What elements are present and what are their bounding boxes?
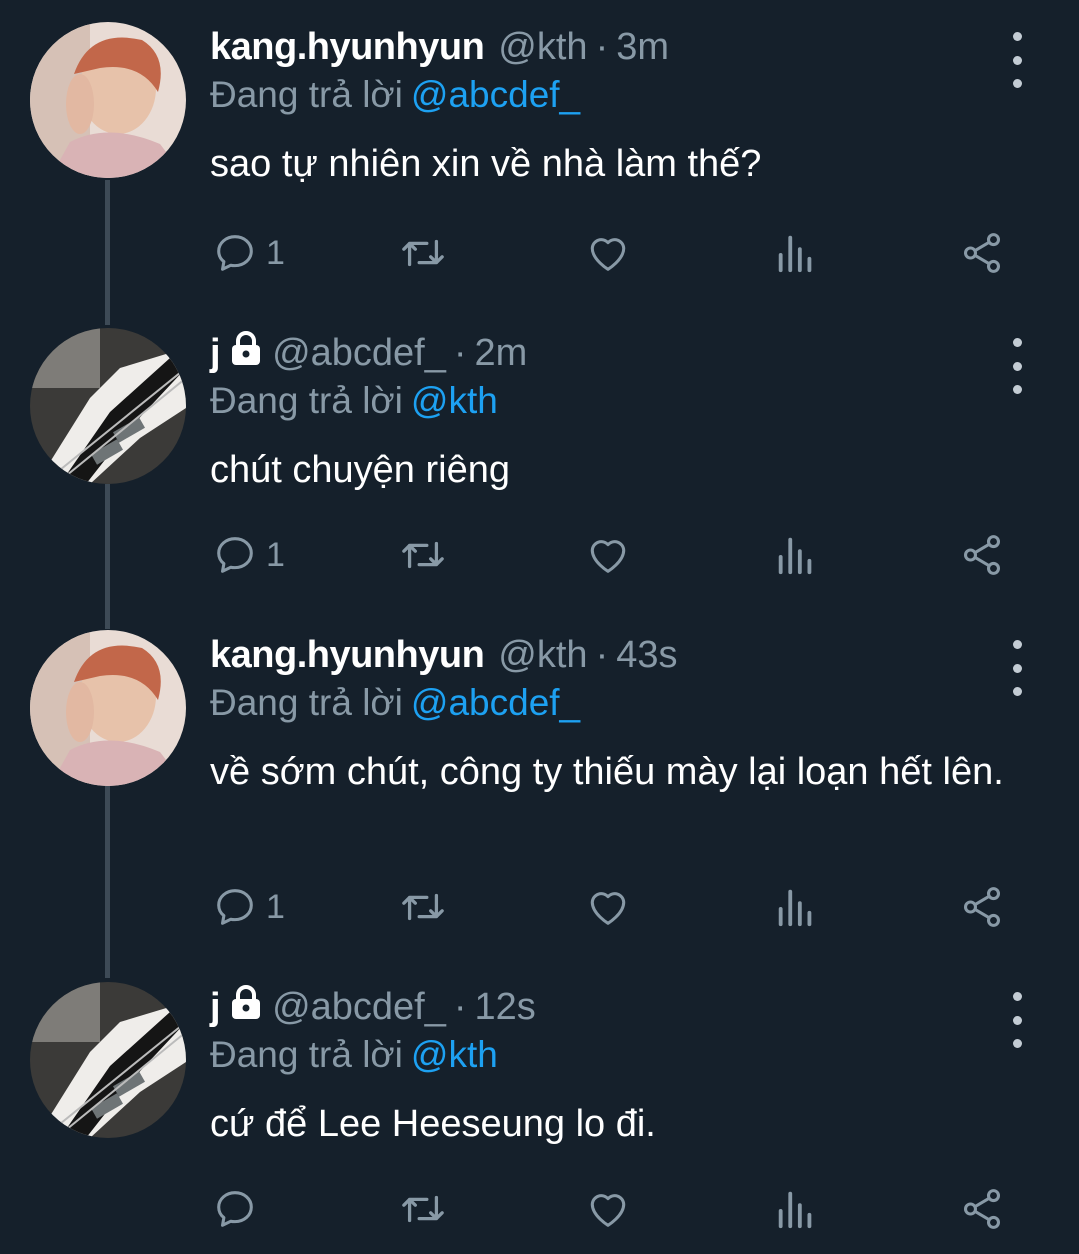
share-icon (963, 535, 1001, 575)
heart-icon (590, 1194, 626, 1227)
share-button[interactable] (958, 228, 1006, 278)
tweet-actions (0, 1184, 1079, 1234)
reply-mention[interactable]: @abcdef_ (411, 682, 580, 723)
retweet-button[interactable] (398, 530, 448, 580)
share-icon (963, 887, 1001, 927)
more-options-icon[interactable] (1004, 336, 1030, 396)
tweet-text: về sớm chút, công ty thiếu mày lại loạn … (210, 751, 1004, 793)
user-handle[interactable]: @abcdef_ (272, 330, 446, 376)
timestamp[interactable]: 12s (475, 984, 536, 1030)
user-handle[interactable]: @abcdef_ (272, 984, 446, 1030)
user-handle[interactable]: @kth (498, 24, 587, 70)
heart-icon (590, 540, 626, 573)
more-options-icon[interactable] (1004, 990, 1030, 1050)
retweet-button[interactable] (398, 882, 448, 932)
retweet-button[interactable] (398, 228, 448, 278)
avatar[interactable] (30, 328, 186, 484)
retweet-icon (402, 893, 444, 921)
like-button[interactable] (584, 1184, 632, 1234)
tweet-actions: 1 (0, 228, 1079, 278)
display-name[interactable]: j (210, 330, 221, 376)
reply-context: Đang trả lời @kth (210, 1032, 498, 1078)
tweet-text: sao tự nhiên xin về nhà làm thế? (210, 143, 762, 185)
reply-count: 1 (266, 535, 285, 574)
analytics-button[interactable] (774, 882, 818, 932)
separator: · (453, 332, 467, 374)
reply-icon (217, 235, 253, 271)
heart-icon (590, 892, 626, 925)
avatar[interactable] (30, 630, 186, 786)
reply-button[interactable]: 1 (212, 882, 285, 932)
like-button[interactable] (584, 882, 632, 932)
analytics-icon (778, 889, 812, 927)
retweet-icon (402, 239, 444, 267)
analytics-icon (778, 1191, 812, 1229)
separator: · (595, 26, 609, 68)
like-button[interactable] (584, 228, 632, 278)
share-button[interactable] (958, 882, 1006, 932)
reply-count: 1 (266, 887, 285, 926)
display-name[interactable]: kang.hyunhyun (210, 24, 485, 70)
analytics-icon (778, 537, 812, 575)
timestamp[interactable]: 43s (616, 632, 677, 678)
more-options-icon[interactable] (1004, 638, 1030, 698)
tweet-header: j @abcdef_ · 2m (210, 330, 527, 376)
reply-icon (217, 889, 253, 925)
retweet-button[interactable] (398, 1184, 448, 1234)
reply-mention[interactable]: @kth (411, 1034, 498, 1075)
reply-context: Đang trả lời @abcdef_ (210, 680, 580, 726)
analytics-icon (778, 235, 812, 273)
user-handle[interactable]: @kth (498, 632, 587, 678)
reply-button[interactable]: 1 (212, 530, 285, 580)
analytics-button[interactable] (774, 1184, 818, 1234)
tweet-text: chút chuyện riêng (210, 449, 510, 491)
reply-context: Đang trả lời @kth (210, 378, 498, 424)
tweet-actions: 1 (0, 530, 1079, 580)
more-options-icon[interactable] (1004, 30, 1030, 90)
tweet-header: j @abcdef_ · 12s (210, 984, 536, 1030)
reply-prefix: Đang trả lời (210, 380, 403, 421)
tweet-actions: 1 (0, 882, 1079, 932)
retweet-icon (402, 1195, 444, 1223)
share-button[interactable] (958, 1184, 1006, 1234)
like-button[interactable] (584, 530, 632, 580)
tweet-text: cứ để Lee Heeseung lo đi. (210, 1103, 656, 1145)
analytics-button[interactable] (774, 228, 818, 278)
share-icon (963, 233, 1001, 273)
tweet-header: kang.hyunhyun @kth · 3m (210, 24, 669, 70)
lock-icon (230, 984, 262, 1030)
share-icon (963, 1189, 1001, 1229)
display-name[interactable]: j (210, 984, 221, 1030)
timestamp[interactable]: 2m (475, 330, 528, 376)
reply-icon (217, 537, 253, 573)
analytics-button[interactable] (774, 530, 818, 580)
display-name[interactable]: kang.hyunhyun (210, 632, 485, 678)
avatar[interactable] (30, 982, 186, 1138)
reply-mention[interactable]: @kth (411, 380, 498, 421)
reply-icon (217, 1191, 253, 1227)
reply-prefix: Đang trả lời (210, 682, 403, 723)
tweet-header: kang.hyunhyun @kth · 43s (210, 632, 678, 678)
reply-prefix: Đang trả lời (210, 1034, 403, 1075)
lock-icon (230, 330, 262, 376)
retweet-icon (402, 541, 444, 569)
reply-context: Đang trả lời @abcdef_ (210, 72, 580, 118)
heart-icon (590, 238, 626, 271)
reply-prefix: Đang trả lời (210, 74, 403, 115)
share-button[interactable] (958, 530, 1006, 580)
separator: · (453, 986, 467, 1028)
avatar[interactable] (30, 22, 186, 178)
reply-button[interactable] (212, 1184, 266, 1234)
reply-count: 1 (266, 233, 285, 272)
timestamp[interactable]: 3m (616, 24, 669, 70)
reply-button[interactable]: 1 (212, 228, 285, 278)
reply-mention[interactable]: @abcdef_ (411, 74, 580, 115)
separator: · (595, 634, 609, 676)
